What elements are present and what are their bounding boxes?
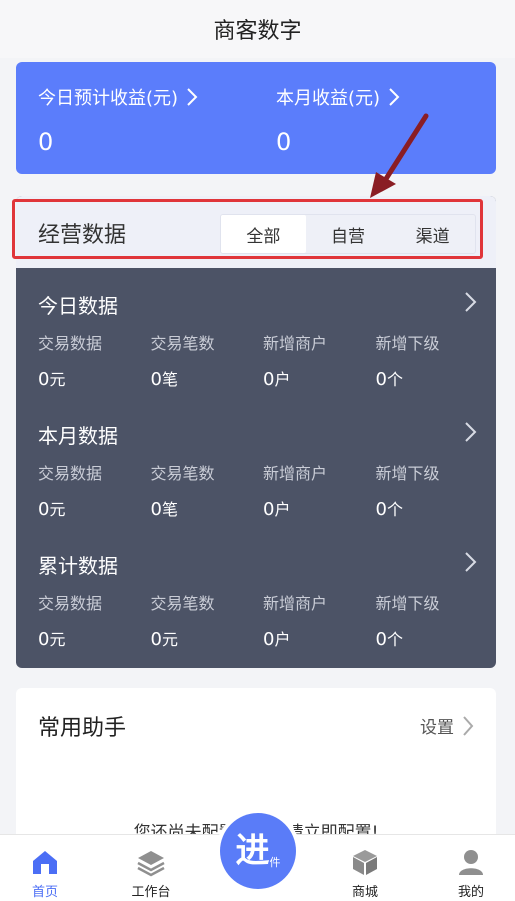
tab-mine-label: 我的 (457, 885, 484, 900)
stat-label: 新增商户 (263, 464, 328, 483)
operations-section: 经营数据 全部 自营 渠道 今日数据 交易数据 交易笔数 新增商户 新增下级 0… (16, 196, 496, 668)
stat-label: 交易笔数 (150, 334, 215, 353)
chevron-right-icon[interactable] (462, 290, 478, 314)
stat-label: 新增商户 (263, 594, 328, 613)
helper-settings-label: 设置 (420, 718, 454, 738)
stat-value: 0笔 (150, 369, 178, 390)
stat-label: 新增下级 (375, 594, 440, 613)
month-stats[interactable]: 本月数据 交易数据 交易笔数 新增商户 新增下级 0元 0笔 0户 0个 (16, 420, 496, 550)
chevron-right-icon[interactable] (462, 550, 478, 574)
stat-label: 交易笔数 (150, 594, 215, 613)
tab-all[interactable]: 全部 (221, 215, 306, 253)
today-stats-title: 今日数据 (38, 294, 118, 318)
tab-channel[interactable]: 渠道 (390, 215, 475, 253)
cumulative-stats-title: 累计数据 (38, 554, 118, 578)
tab-workbench-label: 工作台 (131, 885, 171, 900)
chevron-right-icon (389, 88, 400, 106)
tab-self-operated[interactable]: 自营 (306, 215, 391, 253)
stat-value: 0户 (263, 369, 291, 390)
stat-value: 0元 (38, 499, 66, 520)
operations-header: 经营数据 全部 自营 渠道 (16, 196, 496, 268)
user-icon (459, 850, 483, 875)
month-earnings-label: 本月收益(元) (276, 88, 381, 109)
cumulative-stats[interactable]: 累计数据 交易数据 交易笔数 新增商户 新增下级 0元 0元 0户 0个 (16, 550, 496, 668)
stat-label: 交易数据 (38, 594, 103, 613)
fab-sub-char: 件 (269, 856, 281, 869)
tab-mall[interactable]: 商城 (320, 835, 410, 901)
stat-value: 0个 (375, 629, 403, 650)
chevron-right-icon (463, 715, 474, 736)
stat-value: 0个 (375, 369, 403, 390)
month-stats-title: 本月数据 (38, 424, 118, 448)
month-earnings-value: 0 (276, 128, 292, 156)
stat-label: 新增商户 (263, 334, 328, 353)
stat-label: 交易笔数 (150, 464, 215, 483)
stat-value: 0个 (375, 499, 403, 520)
stat-label: 新增下级 (375, 334, 440, 353)
stat-label: 交易数据 (38, 464, 103, 483)
tab-home[interactable]: 首页 (0, 835, 90, 901)
month-earnings[interactable]: 本月收益(元) 0 (276, 84, 402, 156)
page-header: 商客数字 (0, 0, 515, 58)
tab-mine[interactable]: 我的 (426, 835, 515, 901)
scope-segmented-control: 全部 自营 渠道 (220, 214, 476, 254)
stat-value: 0元 (38, 369, 66, 390)
tab-home-label: 首页 (31, 885, 58, 900)
fab-main-char: 进 (235, 831, 270, 871)
layers-icon (137, 851, 165, 877)
stat-value: 0元 (38, 629, 66, 650)
tab-mall-label: 商城 (351, 885, 378, 900)
stat-value: 0户 (263, 499, 291, 520)
stat-value: 0户 (263, 629, 291, 650)
stat-value: 0元 (150, 629, 178, 650)
tab-workbench[interactable]: 工作台 (106, 835, 196, 901)
operations-title: 经营数据 (38, 223, 127, 248)
box-icon (353, 850, 377, 875)
today-earnings[interactable]: 今日预计收益(元) 0 (38, 84, 200, 156)
stat-label: 交易数据 (38, 334, 103, 353)
stat-label: 新增下级 (375, 464, 440, 483)
stat-value: 0笔 (150, 499, 178, 520)
helper-settings-link[interactable]: 设置 (420, 713, 474, 738)
today-earnings-value: 0 (38, 128, 54, 156)
home-icon (33, 851, 57, 874)
earnings-card: 今日预计收益(元) 0 本月收益(元) 0 (16, 62, 496, 174)
center-action-button[interactable]: 进 件 (220, 813, 296, 889)
today-stats[interactable]: 今日数据 交易数据 交易笔数 新增商户 新增下级 0元 0笔 0户 0个 (16, 290, 496, 420)
today-earnings-label: 今日预计收益(元) (38, 88, 179, 109)
page-title: 商客数字 (213, 19, 302, 44)
chevron-right-icon[interactable] (462, 420, 478, 444)
chevron-right-icon (187, 88, 198, 106)
helper-title: 常用助手 (38, 716, 127, 741)
